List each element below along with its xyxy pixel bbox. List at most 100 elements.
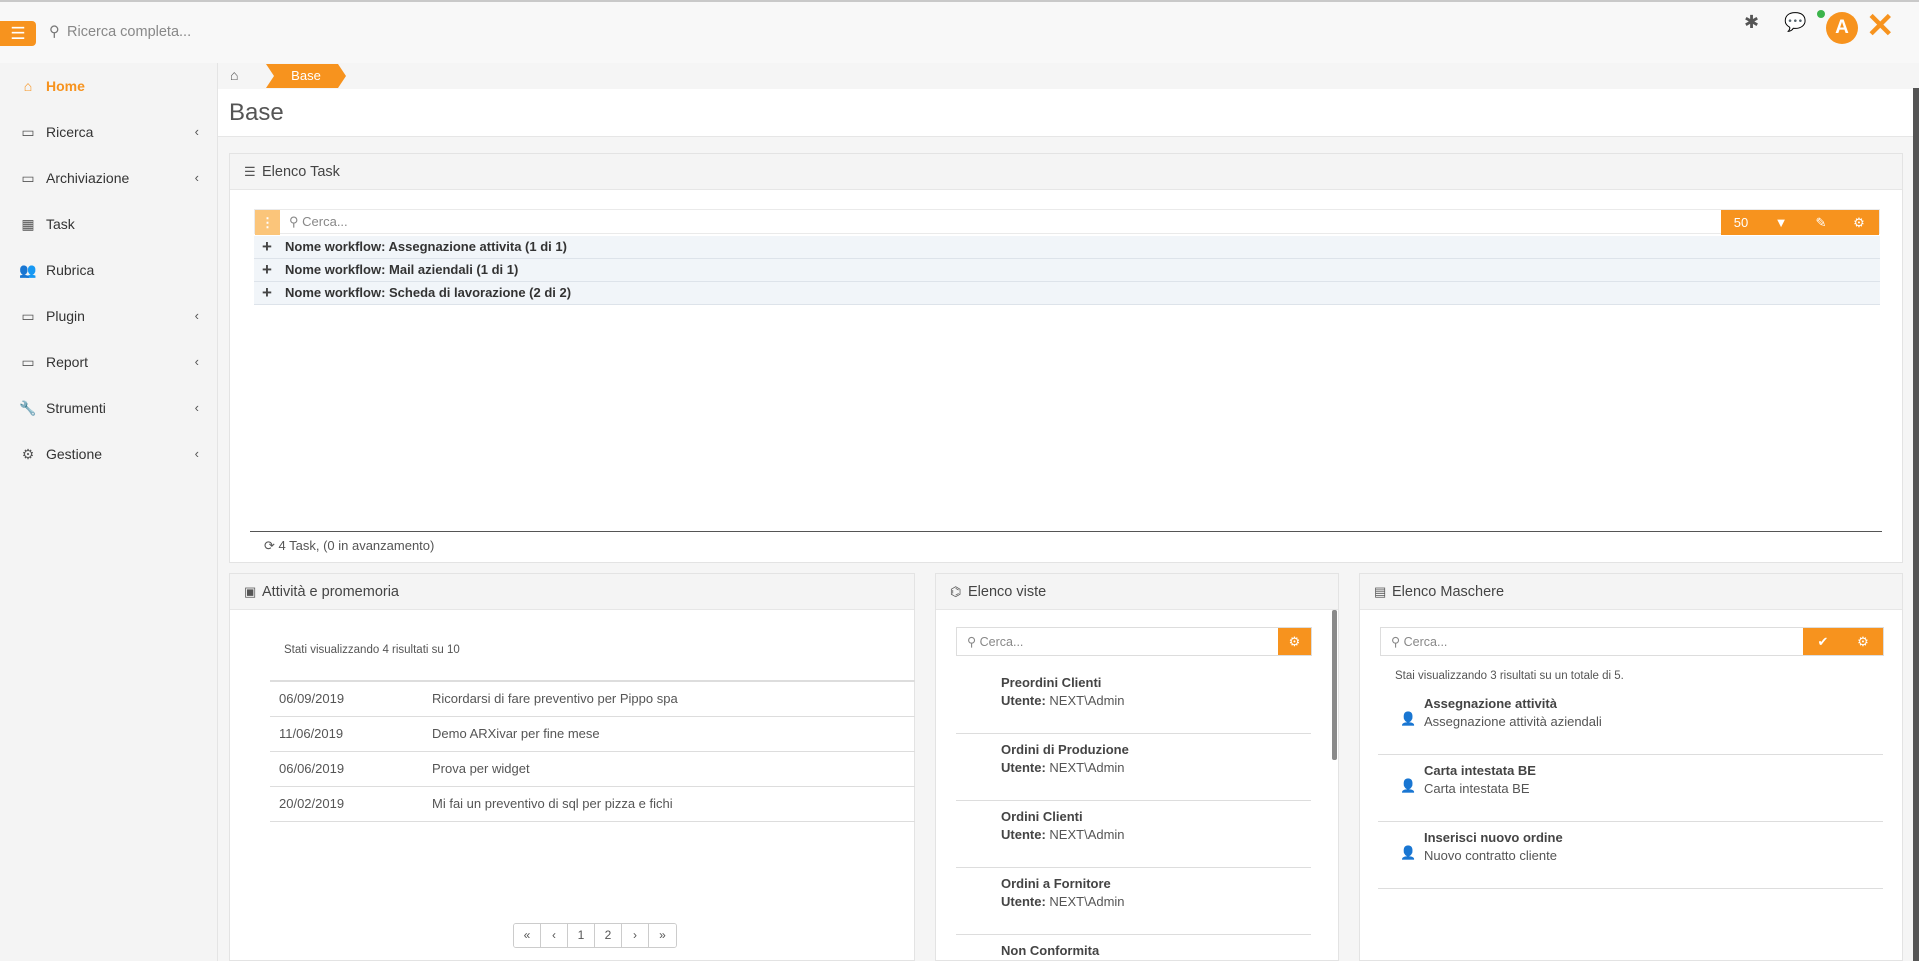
eraser-icon[interactable]: ✎ — [1801, 210, 1841, 235]
chevron-left-icon: ‹ — [194, 354, 199, 369]
chat-icon[interactable]: 💬 — [1784, 12, 1806, 33]
panel-header: ▣ Attività e promemoria — [230, 574, 914, 610]
task-group-row[interactable]: + Nome workflow: Mail aziendali (1 di 1) — [254, 259, 1880, 282]
list-item[interactable]: Non Conformita — [956, 935, 1311, 960]
sidebar-item-rubrica[interactable]: 👥 Rubrica — [0, 247, 217, 293]
breadcrumb-current[interactable]: Base — [266, 64, 346, 88]
global-search-input[interactable]: ⚲ Ricerca completa... — [49, 24, 349, 44]
activities-panel: ▣ Attività e promemoria Stati visualizzan… — [229, 573, 915, 961]
breadcrumb: ⌂ Base — [218, 63, 1919, 89]
users-icon: 👥 — [19, 262, 37, 278]
task-group-row[interactable]: + Nome workflow: Assegnazione attivita (1… — [254, 236, 1880, 259]
chevron-left-icon: ‹ — [194, 308, 199, 323]
chevron-left-icon: ‹ — [194, 400, 199, 415]
home-icon: ⌂ — [23, 78, 33, 94]
scrollbar[interactable] — [1332, 610, 1337, 760]
folder-icon: ▭ — [21, 124, 35, 140]
page-title: Base — [229, 99, 284, 126]
sidebar-item-task[interactable]: ▦ Task — [0, 201, 217, 247]
mask-tools: ✔ ⚙ — [1803, 628, 1883, 655]
user-icon: 👤 — [1400, 711, 1417, 726]
panel-header: ▤ Elenco Maschere — [1360, 574, 1902, 610]
gear-icon[interactable]: ⚙ — [1278, 628, 1311, 655]
brand-logo-icon: ✕ — [1866, 7, 1895, 45]
sidebar-item-archiviazione[interactable]: ▭ Archiviazione ‹ — [0, 155, 217, 201]
sidebar-item-gestione[interactable]: ⚙ Gestione ‹ — [0, 431, 217, 477]
sidebar-item-ricerca[interactable]: ▭ Ricerca ‹ — [0, 109, 217, 155]
filter-icon[interactable]: ▼ — [1761, 210, 1801, 235]
refresh-icon[interactable]: ⟳ — [264, 538, 279, 553]
page-size-button[interactable]: 50 — [1721, 210, 1761, 235]
task-search-input[interactable]: ⚲ Cerca... — [289, 214, 348, 230]
form-icon: ▤ — [1374, 584, 1387, 599]
list-item[interactable]: Ordini Clienti Utente: NEXT\Admin — [956, 801, 1311, 868]
results-info: Stati visualizzando 4 risultati su 10 — [284, 644, 460, 656]
wrench-icon: 🔧 — [19, 400, 37, 416]
task-toolbar: ⋮ ⚲ Cerca... 50 ▼ ✎ ⚙ — [254, 209, 1880, 235]
sidebar-item-home[interactable]: ⌂ Home — [0, 63, 217, 109]
list-item[interactable]: Ordini a Fornitore Utente: NEXT\Admin — [956, 868, 1311, 935]
page-1-button[interactable]: 1 — [568, 924, 595, 947]
page-header: Base — [218, 89, 1919, 137]
more-options-icon[interactable]: ⋮ — [255, 210, 280, 235]
gear-icon[interactable]: ⚙ — [1843, 628, 1883, 655]
views-search-input[interactable]: ⚲ Cerca... ⚙ — [956, 627, 1312, 656]
expand-icon[interactable]: + — [262, 259, 272, 281]
first-page-button[interactable]: « — [514, 924, 541, 947]
list-icon: ☰ — [244, 164, 256, 179]
notifications-off-icon[interactable]: ✱ — [1744, 12, 1759, 33]
online-status-dot — [1817, 10, 1825, 18]
last-page-button[interactable]: » — [649, 924, 676, 947]
list-item[interactable]: Preordini Clienti Utente: NEXT\Admin — [956, 667, 1311, 734]
binoculars-icon: ⌬ — [950, 584, 962, 599]
activities-table: 06/09/2019 Ricordarsi di fare preventivo … — [270, 680, 915, 822]
chevron-left-icon: ‹ — [194, 170, 199, 185]
folder-icon: ▭ — [21, 170, 35, 186]
views-list: Preordini Clienti Utente: NEXT\Admin Ord… — [956, 667, 1311, 960]
list-item[interactable]: 👤 Carta intestata BE Carta intestata BE — [1378, 755, 1883, 822]
hamburger-menu-button[interactable]: ☰ — [0, 21, 36, 46]
search-icon: ⚲ — [1391, 635, 1404, 649]
search-icon: ⚲ — [967, 635, 980, 649]
calendar-icon: ▣ — [244, 584, 257, 599]
search-icon: ⚲ — [289, 214, 303, 229]
gear-icon[interactable]: ⚙ — [1839, 210, 1879, 235]
chevron-left-icon: ‹ — [194, 446, 199, 461]
table-row[interactable]: 11/06/2019 Demo ARXivar per fine mese — [270, 717, 915, 752]
sidebar-item-plugin[interactable]: ▭ Plugin ‹ — [0, 293, 217, 339]
list-item[interactable]: 👤 Assegnazione attività Assegnazione att… — [1378, 688, 1883, 755]
page-scrollbar[interactable] — [1913, 88, 1919, 961]
table-row[interactable]: 20/02/2019 Mi fai un preventivo di sql pe… — [270, 787, 915, 822]
top-bar: ☰ ⚲ Ricerca completa... ✱ 💬 A ✕ — [0, 0, 1919, 63]
user-icon: 👤 — [1400, 778, 1417, 793]
panel-header: ☰ Elenco Task — [230, 154, 1902, 190]
task-group-row[interactable]: + Nome workflow: Scheda di lavorazione (2… — [254, 282, 1880, 305]
main-content: ⌂ Base Base ☰ Elenco Task ⋮ ⚲ Cerca... 50… — [218, 63, 1919, 961]
avatar[interactable]: A — [1826, 12, 1858, 44]
list-item[interactable]: 👤 Inserisci nuovo ordine Nuovo contratto… — [1378, 822, 1883, 889]
next-page-button[interactable]: › — [622, 924, 649, 947]
prev-page-button[interactable]: ‹ — [541, 924, 568, 947]
masks-list: 👤 Assegnazione attività Assegnazione att… — [1378, 688, 1883, 889]
check-icon[interactable]: ✔ — [1803, 628, 1843, 655]
expand-icon[interactable]: + — [262, 282, 272, 304]
task-footer: ⟳ 4 Task, (0 in avanzamento) — [250, 531, 1882, 561]
folder-icon: ▭ — [21, 308, 35, 324]
expand-icon[interactable]: + — [262, 236, 272, 258]
sidebar-item-strumenti[interactable]: 🔧 Strumenti ‹ — [0, 385, 217, 431]
chevron-left-icon: ‹ — [194, 124, 199, 139]
views-panel: ⌬ Elenco viste ⚲ Cerca... ⚙ Preordini Cli… — [935, 573, 1339, 961]
table-row[interactable]: 06/09/2019 Ricordarsi di fare preventivo … — [270, 682, 915, 717]
pagination: « ‹ 1 2 › » — [513, 923, 677, 948]
masks-panel: ▤ Elenco Maschere ⚲ Cerca... ✔ ⚙ Stai vis… — [1359, 573, 1903, 961]
user-icon: 👤 — [1400, 845, 1417, 860]
table-row[interactable]: 06/06/2019 Prova per widget — [270, 752, 915, 787]
sidebar-item-report[interactable]: ▭ Report ‹ — [0, 339, 217, 385]
results-info: Stai visualizzando 3 risultati su un tot… — [1395, 670, 1624, 682]
folder-icon: ▭ — [21, 354, 35, 370]
home-icon[interactable]: ⌂ — [230, 67, 238, 83]
task-tools: 50 ▼ ✎ ⚙ — [1721, 210, 1879, 235]
page-2-button[interactable]: 2 — [595, 924, 622, 947]
list-item[interactable]: Ordini di Produzione Utente: NEXT\Admin — [956, 734, 1311, 801]
masks-search-input[interactable]: ⚲ Cerca... ✔ ⚙ — [1380, 627, 1884, 656]
